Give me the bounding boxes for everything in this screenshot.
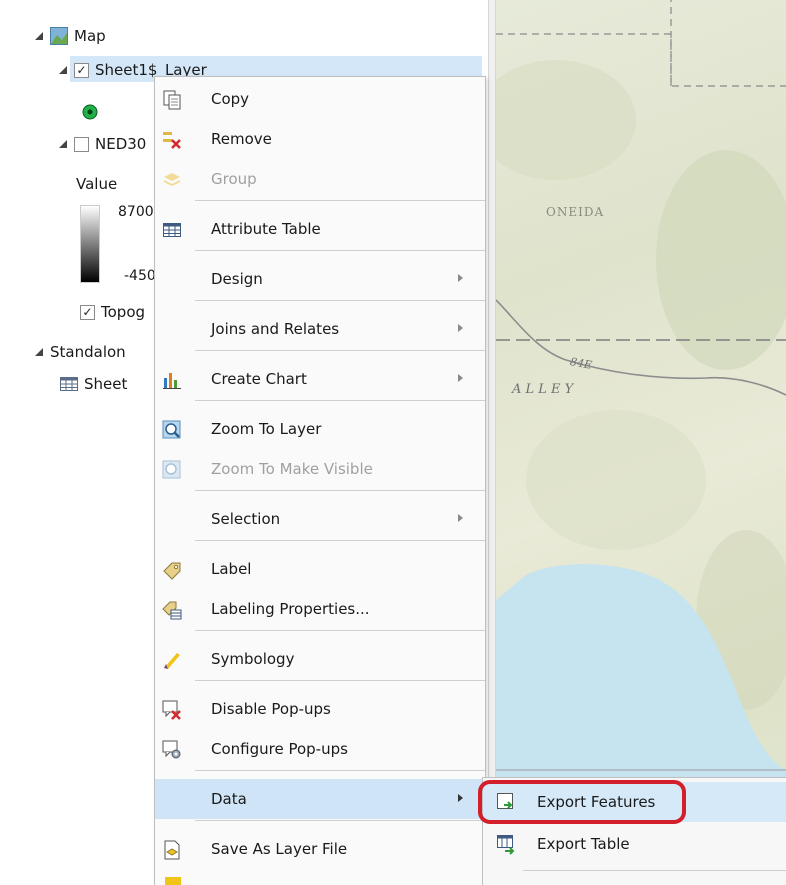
- submenu-arrow-icon: [458, 324, 463, 332]
- menu-separator: [523, 870, 786, 871]
- chart-icon: [163, 373, 181, 389]
- menu-separator: [195, 540, 485, 541]
- group-icon: [163, 173, 181, 187]
- table-icon: [60, 377, 78, 391]
- submenu-arrow-icon: [458, 514, 463, 522]
- disable-popups-icon: [162, 700, 181, 720]
- export-table-icon: [497, 835, 515, 855]
- menu-separator: [195, 770, 485, 771]
- symbology-icon: [164, 653, 180, 669]
- highlight-callout: [478, 780, 686, 824]
- label-icon: [163, 562, 181, 580]
- configure-popups-icon: [162, 740, 181, 759]
- expand-arrow-icon[interactable]: [34, 347, 44, 357]
- submenu-arrow-icon: [458, 274, 463, 282]
- menu-separator: [195, 490, 485, 491]
- map-icon: [50, 27, 68, 45]
- tree-item-standalone[interactable]: Standalon: [34, 340, 126, 364]
- menu-item-data[interactable]: Data: [155, 779, 485, 819]
- tree-item-map[interactable]: Map: [34, 24, 106, 48]
- topo-visibility-checkbox[interactable]: ✓: [80, 304, 95, 320]
- standalone-label: Standalon: [50, 343, 126, 361]
- attribute-table-icon: [163, 223, 181, 237]
- expand-arrow-icon[interactable]: [58, 65, 68, 75]
- map-label: Map: [74, 27, 106, 45]
- menu-item-partial[interactable]: [155, 869, 485, 885]
- menu-item-configure-popups[interactable]: Configure Pop-ups: [155, 729, 485, 769]
- map-label-valley: A L L E Y: [512, 382, 574, 397]
- submenu-arrow-icon: [458, 794, 463, 802]
- menu-separator: [195, 400, 485, 401]
- topo-label: Topog: [101, 303, 146, 321]
- sheet-label: Sheet: [84, 375, 128, 393]
- menu-item-symbology[interactable]: Symbology: [155, 639, 485, 679]
- copy-icon: [163, 90, 181, 110]
- ned-visibility-checkbox[interactable]: [74, 136, 89, 152]
- menu-item-joins-relates[interactable]: Joins and Relates: [155, 309, 485, 349]
- layer-visibility-checkbox[interactable]: ✓: [74, 62, 89, 78]
- remove-icon: [163, 132, 181, 149]
- expand-arrow-icon[interactable]: [58, 139, 68, 149]
- zoom-to-layer-icon: [162, 420, 181, 439]
- point-symbol-icon: [82, 104, 98, 124]
- menu-separator: [195, 300, 485, 301]
- menu-item-save-as-layer-file[interactable]: Save As Layer File: [155, 829, 485, 869]
- menu-item-zoom-to-layer[interactable]: Zoom To Layer: [155, 409, 485, 449]
- submenu-item-export-table[interactable]: Export Table: [483, 824, 786, 864]
- value-heading: Value: [76, 175, 118, 193]
- menu-item-design[interactable]: Design: [155, 259, 485, 299]
- menu-separator: [195, 350, 485, 351]
- zoom-visible-icon: [162, 460, 181, 479]
- elevation-color-ramp: [80, 205, 100, 283]
- tree-item-sheet-table[interactable]: Sheet: [60, 372, 127, 396]
- ned-label: NED30: [95, 135, 147, 153]
- menu-item-copy[interactable]: Copy: [155, 79, 485, 119]
- ramp-high-value: 8700: [118, 204, 154, 220]
- submenu-arrow-icon: [458, 374, 463, 382]
- map-label-county: ONEIDA: [546, 205, 605, 219]
- layer-context-menu: Copy Remove Group Attribute Table Design…: [154, 76, 486, 885]
- menu-item-disable-popups[interactable]: Disable Pop-ups: [155, 689, 485, 729]
- map-basemap: [496, 0, 786, 860]
- menu-item-create-chart[interactable]: Create Chart: [155, 359, 485, 399]
- menu-separator: [195, 820, 485, 821]
- save-layer-file-icon: [164, 840, 180, 860]
- menu-item-labeling-properties[interactable]: Labeling Properties...: [155, 589, 485, 629]
- tree-item-topo[interactable]: ✓ Topog: [80, 300, 145, 324]
- labeling-properties-icon: [162, 601, 182, 620]
- pane-splitter[interactable]: [488, 0, 496, 884]
- menu-item-selection[interactable]: Selection: [155, 499, 485, 539]
- menu-separator: [195, 250, 485, 251]
- ramp-low-value: -450: [124, 268, 156, 284]
- tree-item-ned[interactable]: NED30: [58, 132, 146, 156]
- menu-item-remove[interactable]: Remove: [155, 119, 485, 159]
- menu-separator: [195, 630, 485, 631]
- menu-separator: [195, 680, 485, 681]
- menu-item-zoom-to-make-visible[interactable]: Zoom To Make Visible: [155, 449, 485, 489]
- menu-item-label[interactable]: Label: [155, 549, 485, 589]
- map-view[interactable]: ONEIDA 84E A L L E Y: [496, 0, 786, 884]
- menu-item-attribute-table[interactable]: Attribute Table: [155, 209, 485, 249]
- menu-separator: [195, 200, 485, 201]
- menu-item-group[interactable]: Group: [155, 159, 485, 199]
- expand-arrow-icon[interactable]: [34, 31, 44, 41]
